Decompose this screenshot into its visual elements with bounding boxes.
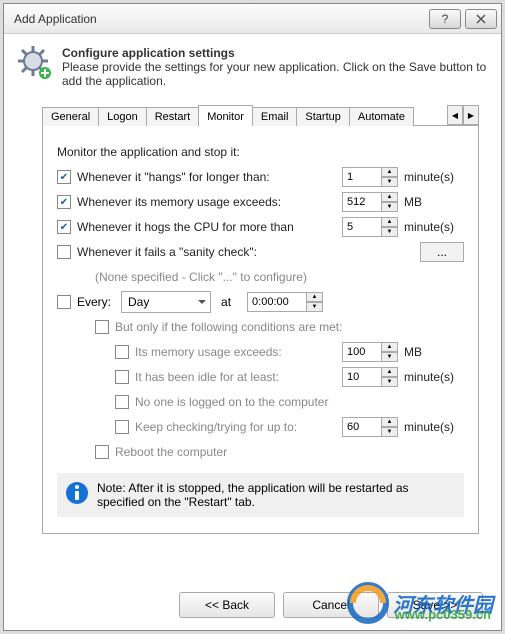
header-text: Configure application settings Please pr… [62, 46, 487, 88]
spin-cond-keep[interactable]: ▲▼ [342, 417, 398, 437]
tab-logon[interactable]: Logon [98, 107, 147, 126]
unit-cond-keep: minute(s) [404, 420, 464, 434]
spin-down[interactable]: ▼ [382, 377, 398, 387]
tab-scroll-left[interactable]: ◀ [447, 105, 463, 125]
header-title: Configure application settings [62, 46, 487, 60]
spin-cond-mem[interactable]: ▲▼ [342, 342, 398, 362]
spin-down[interactable]: ▼ [382, 227, 398, 237]
checkbox-cond-mem[interactable] [115, 345, 129, 359]
label-cond-keep: Keep checking/trying for up to: [135, 420, 336, 434]
tabs: General Logon Restart Monitor Email Star… [42, 104, 479, 126]
input-cond-keep[interactable] [342, 417, 382, 437]
titlebar: Add Application ? [4, 4, 501, 34]
spin-up[interactable]: ▲ [382, 217, 398, 227]
unit-hangs: minute(s) [404, 170, 464, 184]
cancel-button[interactable]: Cancel [283, 592, 379, 618]
label-cond-intro: But only if the following conditions are… [115, 320, 464, 334]
spin-down[interactable]: ▼ [382, 352, 398, 362]
tab-scroll-right[interactable]: ▶ [463, 105, 479, 125]
spin-up[interactable]: ▲ [382, 367, 398, 377]
checkbox-hangs[interactable] [57, 170, 71, 184]
window-title: Add Application [14, 12, 425, 26]
unit-cpu: minute(s) [404, 220, 464, 234]
save-button[interactable]: Save >> [387, 592, 483, 618]
dialog-window: Add Application ? Configure application … [3, 3, 502, 631]
tab-general[interactable]: General [42, 107, 99, 126]
sanity-hint: (None specified - Click "..." to configu… [95, 270, 464, 284]
tab-monitor[interactable]: Monitor [198, 105, 253, 126]
close-button[interactable] [465, 9, 497, 29]
checkbox-cond-idle[interactable] [115, 370, 129, 384]
header-subtitle: Please provide the settings for your new… [62, 60, 487, 88]
content: General Logon Restart Monitor Email Star… [4, 96, 501, 534]
help-button[interactable]: ? [429, 9, 461, 29]
input-memory[interactable] [342, 192, 382, 212]
input-hangs[interactable] [342, 167, 382, 187]
unit-cond-mem: MB [404, 345, 464, 359]
label-cond-nouser: No one is logged on to the computer [135, 395, 464, 409]
label-reboot: Reboot the computer [115, 445, 464, 459]
spin-cond-idle[interactable]: ▲▼ [342, 367, 398, 387]
label-cond-idle: It has been idle for at least: [135, 370, 336, 384]
spin-down[interactable]: ▼ [382, 202, 398, 212]
note-text: Note: After it is stopped, the applicati… [97, 481, 456, 509]
checkbox-cond-keep[interactable] [115, 420, 129, 434]
input-time[interactable] [247, 292, 307, 312]
close-icon [476, 14, 486, 24]
checkbox-cond-intro[interactable] [95, 320, 109, 334]
monitor-intro: Monitor the application and stop it: [57, 145, 464, 159]
label-cpu: Whenever it hogs the CPU for more than [77, 220, 336, 234]
spin-up[interactable]: ▲ [307, 292, 323, 302]
label-sanity: Whenever it fails a "sanity check": [77, 245, 414, 259]
checkbox-cpu[interactable] [57, 220, 71, 234]
label-at: at [221, 295, 231, 309]
label-every: Every: [77, 295, 111, 309]
spin-down[interactable]: ▼ [382, 427, 398, 437]
tab-email[interactable]: Email [252, 107, 298, 126]
back-button[interactable]: << Back [179, 592, 275, 618]
gear-plus-icon [18, 46, 52, 80]
spin-down[interactable]: ▼ [307, 302, 323, 312]
sanity-configure-button[interactable]: ... [420, 242, 464, 262]
select-period[interactable]: Day [121, 291, 211, 313]
spin-up[interactable]: ▲ [382, 417, 398, 427]
checkbox-every[interactable] [57, 295, 71, 309]
checkbox-memory[interactable] [57, 195, 71, 209]
unit-cond-idle: minute(s) [404, 370, 464, 384]
spin-up[interactable]: ▲ [382, 342, 398, 352]
spin-cpu[interactable]: ▲▼ [342, 217, 398, 237]
tab-automate[interactable]: Automate [349, 107, 414, 126]
label-memory: Whenever its memory usage exceeds: [77, 195, 336, 209]
label-hangs: Whenever it "hangs" for longer than: [77, 170, 336, 184]
spin-down[interactable]: ▼ [382, 177, 398, 187]
tab-startup[interactable]: Startup [296, 107, 349, 126]
input-cond-mem[interactable] [342, 342, 382, 362]
header: Configure application settings Please pr… [4, 34, 501, 96]
spin-up[interactable]: ▲ [382, 167, 398, 177]
spin-memory[interactable]: ▲▼ [342, 192, 398, 212]
input-cond-idle[interactable] [342, 367, 382, 387]
spin-time[interactable]: ▲▼ [247, 292, 323, 312]
checkbox-cond-nouser[interactable] [115, 395, 129, 409]
checkbox-reboot[interactable] [95, 445, 109, 459]
info-icon [65, 481, 89, 505]
input-cpu[interactable] [342, 217, 382, 237]
footer-buttons: << Back Cancel Save >> [179, 592, 483, 618]
spin-hangs[interactable]: ▲▼ [342, 167, 398, 187]
note-box: Note: After it is stopped, the applicati… [57, 473, 464, 517]
label-cond-mem: Its memory usage exceeds: [135, 345, 336, 359]
unit-memory: MB [404, 195, 464, 209]
checkbox-sanity[interactable] [57, 245, 71, 259]
tab-restart[interactable]: Restart [146, 107, 199, 126]
spin-up[interactable]: ▲ [382, 192, 398, 202]
monitor-panel: Monitor the application and stop it: Whe… [42, 126, 479, 534]
